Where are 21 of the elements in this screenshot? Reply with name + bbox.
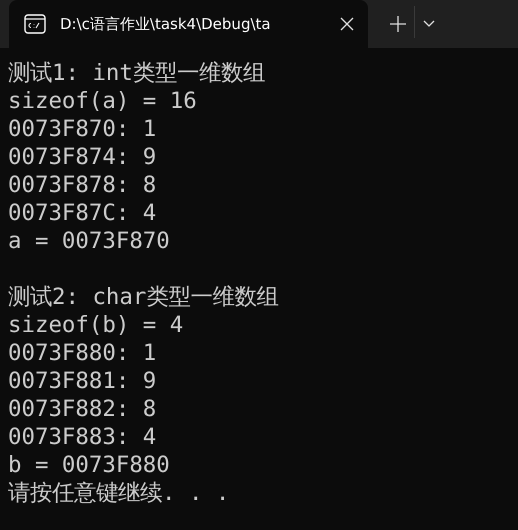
console-line: 请按任意键继续. . . bbox=[8, 479, 230, 507]
console-line: sizeof(b) = 4 bbox=[8, 311, 184, 339]
console-line: 0073F878: 8 bbox=[8, 171, 158, 199]
console-line: a = 0073F870 bbox=[8, 227, 171, 255]
console-line: 测试2: char类型一维数组 bbox=[8, 283, 280, 311]
console-line: 0073F882: 8 bbox=[8, 395, 158, 423]
tab-title: D:\c语言作业\task4\Debug\ta bbox=[60, 14, 272, 34]
close-icon[interactable] bbox=[340, 17, 354, 31]
console-line: 0073F87C: 4 bbox=[8, 199, 158, 227]
console-line: 0073F881: 9 bbox=[8, 367, 158, 395]
add-icon[interactable] bbox=[390, 16, 406, 32]
console-line: 0073F870: 1 bbox=[8, 115, 158, 143]
console-line: 0073F883: 4 bbox=[8, 423, 158, 451]
console-line: b = 0073F880 bbox=[8, 451, 171, 479]
terminal-icon bbox=[24, 14, 46, 34]
console-line: 测试1: int类型一维数组 bbox=[8, 59, 266, 87]
console-line: sizeof(a) = 16 bbox=[8, 87, 198, 115]
terminal-tab[interactable]: D:\c语言作业\task4\Debug\ta bbox=[9, 0, 368, 48]
chevron-down-icon[interactable] bbox=[423, 20, 435, 28]
console-line: 0073F874: 9 bbox=[8, 143, 158, 171]
console-line: 0073F880: 1 bbox=[8, 339, 158, 367]
